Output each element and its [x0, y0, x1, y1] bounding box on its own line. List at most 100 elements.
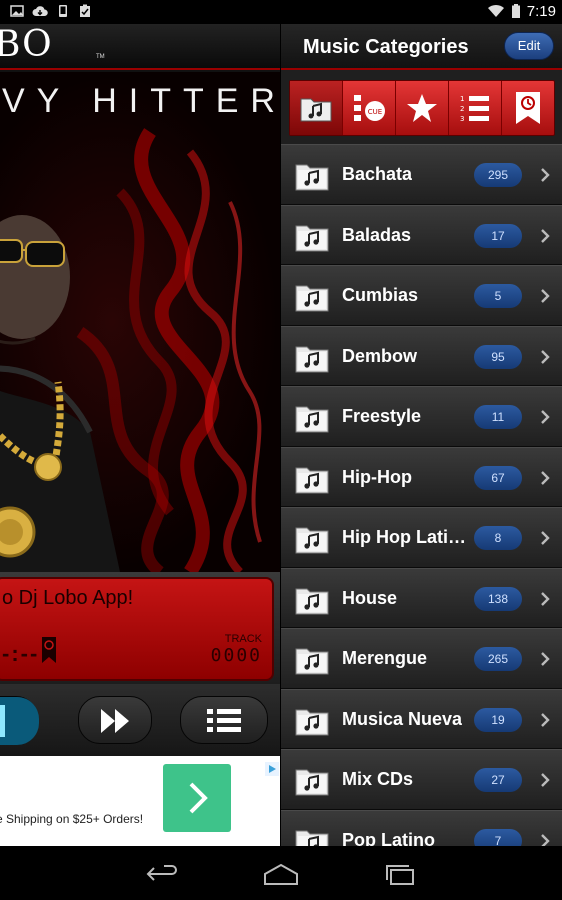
play-button[interactable] [0, 696, 39, 745]
track-label: TRACK [224, 633, 262, 645]
brand-bar: BO TM [0, 24, 280, 70]
chevron-right-icon [539, 530, 551, 546]
playlist-button[interactable] [180, 696, 268, 744]
music-folder-icon [293, 702, 331, 738]
svg-text:CUE: CUE [368, 108, 382, 116]
svg-text:1: 1 [460, 95, 464, 103]
category-row[interactable]: Merengue 265 [281, 628, 562, 689]
ad-choices-icon[interactable] [265, 762, 279, 776]
player-pane: BO TM VY HITTER o Dj Lobo App! -:-- TRAC… [0, 24, 280, 846]
category-name: Baladas [342, 224, 412, 245]
category-name: Hip Hop Latino [342, 527, 467, 547]
now-playing-display: o Dj Lobo App! -:-- TRACK 0000 [0, 577, 274, 681]
category-count-badge: 19 [474, 707, 522, 732]
music-folder-icon [293, 218, 331, 254]
tab-favorites[interactable] [396, 81, 449, 135]
category-row[interactable]: Mix CDs 27 [281, 749, 562, 810]
cloud-download-icon [32, 6, 48, 16]
ad-banner[interactable]: e Shipping on $25+ Orders! [0, 756, 280, 846]
tab-top-charts[interactable]: 1 2 3 [449, 81, 502, 135]
history-bookmark-icon [516, 92, 540, 124]
categories-pane: Music Categories Edit CUE 1 2 3 Bachata 295… [280, 24, 562, 846]
category-row[interactable]: Cumbias 5 [281, 265, 562, 326]
chevron-right-icon [539, 772, 551, 788]
category-count-badge: 95 [474, 344, 522, 369]
music-folder-icon [300, 98, 332, 122]
fast-forward-icon [101, 709, 129, 733]
tab-categories[interactable] [290, 81, 343, 135]
category-name: Freestyle [342, 406, 422, 426]
category-name: Dembow [342, 345, 418, 366]
music-folder-icon [293, 581, 331, 617]
category-name: Pop Latino [342, 829, 435, 847]
system-nav-bar [0, 846, 562, 900]
music-folder-icon [293, 460, 331, 496]
categories-header: Music Categories Edit [281, 24, 562, 70]
category-row[interactable]: Pop Latino 7 [281, 809, 562, 847]
category-name: Musica Nueva [342, 708, 463, 729]
category-name: Cumbias [342, 285, 419, 305]
poster-artwork [0, 128, 262, 572]
chevron-right-icon [539, 288, 551, 304]
category-name: House [342, 587, 398, 608]
category-toolbar: CUE 1 2 3 [289, 80, 555, 136]
category-name: Hip-Hop [342, 466, 412, 487]
status-bar: 7:19 [0, 0, 562, 24]
category-row[interactable]: Freestyle 11 [281, 386, 562, 447]
category-row[interactable]: House 138 [281, 567, 562, 628]
chevron-right-icon [189, 782, 208, 814]
play-icon [0, 697, 39, 745]
player-controls [0, 684, 280, 756]
chevron-right-icon [539, 228, 551, 244]
fast-forward-button[interactable] [78, 696, 152, 744]
category-count-badge: 295 [474, 163, 522, 187]
category-count-badge: 7 [474, 828, 522, 846]
category-count-badge: 67 [474, 465, 522, 490]
category-row[interactable]: Musica Nueva 19 [281, 688, 562, 749]
chevron-right-icon [539, 651, 551, 667]
star-icon [407, 94, 437, 122]
chevron-right-icon [539, 409, 551, 425]
chevron-right-icon [539, 712, 551, 728]
home-icon[interactable] [263, 862, 299, 886]
playlist-icon [207, 709, 241, 732]
tab-history[interactable] [502, 81, 554, 135]
category-row[interactable]: Dembow 95 [281, 325, 562, 386]
brand-logo: BO [0, 24, 53, 65]
chevron-right-icon [539, 470, 551, 486]
wifi-icon [488, 4, 504, 17]
tab-cue[interactable]: CUE [343, 81, 396, 135]
numbered-list-icon: 1 2 3 [460, 95, 489, 123]
recent-apps-icon[interactable] [383, 862, 419, 886]
music-folder-icon [293, 157, 331, 193]
trademark-mark: TM [96, 54, 105, 60]
category-count-badge: 27 [474, 768, 522, 792]
svg-text:3: 3 [460, 115, 464, 123]
music-folder-icon [293, 823, 331, 846]
ad-text: e Shipping on $25+ Orders! [0, 812, 144, 826]
ad-open-button[interactable] [163, 764, 231, 832]
bookmark-icon[interactable] [42, 637, 56, 663]
music-folder-icon [293, 399, 331, 435]
category-row[interactable]: Hip Hop Latino 8 [281, 507, 562, 568]
now-playing-panel: o Dj Lobo App! -:-- TRACK 0000 [0, 572, 280, 684]
music-folder-icon [293, 641, 331, 677]
cue-icon: CUE [354, 95, 385, 121]
now-playing-text: o Dj Lobo App! [2, 587, 134, 609]
category-count-badge: 265 [474, 647, 522, 671]
edit-button[interactable]: Edit [504, 32, 554, 60]
category-name: Mix CDs [342, 769, 414, 789]
category-row[interactable]: Bachata 295 [281, 144, 562, 205]
music-folder-icon [293, 278, 331, 314]
chevron-right-icon [539, 591, 551, 607]
elapsed-time-display: -:-- [2, 641, 40, 666]
category-list: Bachata 295 Baladas 17 Cumbias 5 Dembow 95 Frees… [281, 144, 562, 846]
back-icon[interactable] [144, 862, 180, 886]
category-name: Bachata [342, 164, 413, 184]
category-count-badge: 17 [474, 223, 522, 248]
chevron-right-icon [539, 349, 551, 365]
chevron-right-icon [539, 833, 551, 846]
category-row[interactable]: Baladas 17 [281, 204, 562, 265]
category-count-badge: 5 [474, 284, 522, 308]
category-row[interactable]: Hip-Hop 67 [281, 446, 562, 507]
